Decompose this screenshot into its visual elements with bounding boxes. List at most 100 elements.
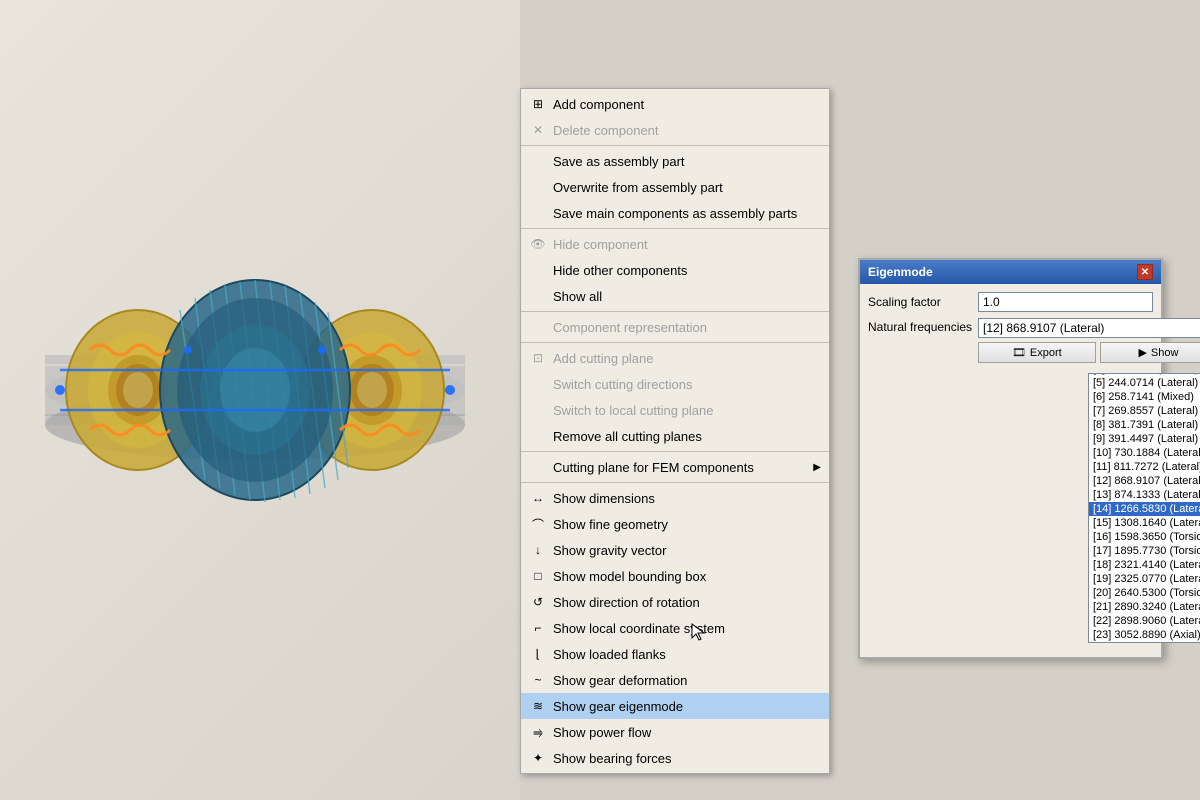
- menu-icon-show-local-coord: ⌐: [529, 619, 547, 637]
- menu-item-switch-cutting: Switch cutting directions: [521, 371, 829, 397]
- menu-item-add-component[interactable]: ⊞ Add component: [521, 91, 829, 117]
- menu-text-save-assembly: Save as assembly part: [553, 154, 821, 169]
- menu-item-remove-cutting[interactable]: Remove all cutting planes: [521, 423, 829, 449]
- export-button[interactable]: 🎞 Export: [978, 342, 1096, 363]
- menu-item-show-gravity[interactable]: ↓ Show gravity vector: [521, 537, 829, 563]
- menu-item-hide-component: 👁 Hide component: [521, 231, 829, 257]
- natural-freq-label: Natural frequencies: [868, 318, 978, 334]
- freq-item-22[interactable]: [22] 2898.9060 (Lateral): [1089, 614, 1200, 628]
- freq-item-9[interactable]: [9] 391.4497 (Lateral): [1089, 432, 1200, 446]
- menu-item-show-fine-geo[interactable]: ⌒Show fine geometry: [521, 511, 829, 537]
- menu-icon-add-component: ⊞: [529, 95, 547, 113]
- dialog-close-button[interactable]: ✕: [1137, 264, 1153, 280]
- menu-icon-save-assembly: [529, 152, 547, 170]
- menu-text-add-component: Add component: [553, 97, 821, 112]
- context-menu[interactable]: ⊞ Add component ✕ Delete component Save as a…: [520, 88, 830, 774]
- menu-text-cutting-fem: Cutting plane for FEM components: [553, 460, 813, 475]
- freq-item-8[interactable]: [8] 381.7391 (Lateral): [1089, 418, 1200, 432]
- menu-item-save-assembly[interactable]: Save as assembly part: [521, 148, 829, 174]
- menu-icon-hide-component: 👁: [529, 235, 547, 253]
- freq-item-21[interactable]: [21] 2890.3240 (Lateral): [1089, 600, 1200, 614]
- menu-separator: [521, 145, 829, 146]
- menu-icon-show-power: ⥤: [529, 723, 547, 741]
- menu-icon-show-gravity: ↓: [529, 541, 547, 559]
- menu-item-hide-other[interactable]: Hide other components: [521, 257, 829, 283]
- menu-text-save-main: Save main components as assembly parts: [553, 206, 821, 221]
- menu-text-show-all: Show all: [553, 289, 821, 304]
- menu-text-show-gravity: Show gravity vector: [553, 543, 821, 558]
- menu-item-overwrite-assembly[interactable]: Overwrite from assembly part: [521, 174, 829, 200]
- menu-item-show-local-coord[interactable]: ⌐Show local coordinate system: [521, 615, 829, 641]
- menu-icon-show-bearing: ✦: [529, 749, 547, 767]
- menu-text-add-cutting: Add cutting plane: [553, 351, 821, 366]
- menu-icon-save-main: [529, 204, 547, 222]
- menu-item-save-main[interactable]: Save main components as assembly parts: [521, 200, 829, 226]
- menu-icon-component-rep: [529, 318, 547, 336]
- freq-item-11[interactable]: [11] 811.7272 (Lateral): [1089, 460, 1200, 474]
- menu-icon-show-dimensions: ↔: [529, 489, 547, 507]
- menu-icon-remove-cutting: [529, 427, 547, 445]
- frequency-list[interactable]: [1] 0.0023 (Torsion)[2] 80.4311 (Mixed)[…: [1088, 373, 1200, 643]
- menu-separator: [521, 451, 829, 452]
- menu-icon-add-cutting: ⊡: [529, 349, 547, 367]
- menu-item-show-dimensions[interactable]: ↔Show dimensions: [521, 485, 829, 511]
- menu-separator: [521, 482, 829, 483]
- scaling-input[interactable]: [978, 292, 1153, 312]
- freq-dropdown[interactable]: [12] 868.9107 (Lateral) ▼: [978, 318, 1200, 338]
- freq-item-12[interactable]: [12] 868.9107 (Lateral): [1089, 474, 1200, 488]
- menu-item-show-loaded[interactable]: ⌊ Show loaded flanks: [521, 641, 829, 667]
- menu-text-remove-cutting: Remove all cutting planes: [553, 429, 821, 444]
- freq-item-18[interactable]: [18] 2321.4140 (Lateral): [1089, 558, 1200, 572]
- menu-item-switch-local: Switch to local cutting plane: [521, 397, 829, 423]
- menu-icon-show-all: [529, 287, 547, 305]
- menu-item-cutting-fem[interactable]: Cutting plane for FEM components▶: [521, 454, 829, 480]
- menu-text-component-rep: Component representation: [553, 320, 821, 335]
- show-button[interactable]: ▶ Show: [1100, 342, 1200, 363]
- freq-item-20[interactable]: [20] 2640.5300 (Torsion): [1089, 586, 1200, 600]
- menu-text-show-gear-eigen: Show gear eigenmode: [553, 699, 821, 714]
- freq-item-5[interactable]: [5] 244.0714 (Lateral): [1089, 376, 1200, 390]
- freq-item-16[interactable]: [16] 1598.3650 (Torsion): [1089, 530, 1200, 544]
- menu-item-show-power[interactable]: ⥤Show power flow: [521, 719, 829, 745]
- film-icon: 🎞: [1012, 346, 1026, 359]
- menu-item-show-bearing[interactable]: ✦ Show bearing forces: [521, 745, 829, 771]
- freq-item-23[interactable]: [23] 3052.8890 (Axial): [1089, 628, 1200, 642]
- play-icon: ▶: [1138, 346, 1146, 359]
- dialog-title: Eigenmode: [868, 265, 933, 279]
- freq-item-17[interactable]: [17] 1895.7730 (Torsion): [1089, 544, 1200, 558]
- freq-item-7[interactable]: [7] 269.8557 (Lateral): [1089, 404, 1200, 418]
- menu-icon-show-fine-geo: ⌒: [529, 515, 547, 533]
- freq-item-15[interactable]: [15] 1308.1640 (Lateral): [1089, 516, 1200, 530]
- freq-item-10[interactable]: [10] 730.1884 (Lateral): [1089, 446, 1200, 460]
- freq-item-6[interactable]: [6] 258.7141 (Mixed): [1089, 390, 1200, 404]
- menu-item-delete-component: ✕ Delete component: [521, 117, 829, 143]
- menu-separator: [521, 342, 829, 343]
- menu-text-overwrite-assembly: Overwrite from assembly part: [553, 180, 821, 195]
- menu-text-show-rotation: Show direction of rotation: [553, 595, 821, 610]
- freq-item-13[interactable]: [13] 874.1333 (Lateral): [1089, 488, 1200, 502]
- menu-text-show-gear-def: Show gear deformation: [553, 673, 821, 688]
- menu-item-show-rotation[interactable]: ↺Show direction of rotation: [521, 589, 829, 615]
- menu-item-show-all[interactable]: Show all: [521, 283, 829, 309]
- menu-text-show-bearing: Show bearing forces: [553, 751, 821, 766]
- menu-text-switch-local: Switch to local cutting plane: [553, 403, 821, 418]
- menu-text-show-loaded: Show loaded flanks: [553, 647, 821, 662]
- menu-icon-show-bounding: □: [529, 567, 547, 585]
- freq-item-19[interactable]: [19] 2325.0770 (Lateral): [1089, 572, 1200, 586]
- menu-item-show-bounding[interactable]: □Show model bounding box: [521, 563, 829, 589]
- menu-icon-show-gear-def: ~: [529, 671, 547, 689]
- menu-text-delete-component: Delete component: [553, 123, 821, 138]
- menu-item-show-gear-eigen[interactable]: ≋Show gear eigenmode: [521, 693, 829, 719]
- menu-item-add-cutting: ⊡ Add cutting plane: [521, 345, 829, 371]
- selected-freq: [12] 868.9107 (Lateral): [983, 321, 1104, 335]
- submenu-arrow-icon: ▶: [813, 462, 821, 473]
- menu-text-hide-component: Hide component: [553, 237, 821, 252]
- menu-icon-delete-component: ✕: [529, 121, 547, 139]
- menu-item-show-gear-def[interactable]: ~ Show gear deformation: [521, 667, 829, 693]
- menu-icon-switch-cutting: [529, 375, 547, 393]
- gear-assembly-svg: [30, 150, 480, 630]
- eigenmode-dialog: Eigenmode ✕ Scaling factor Natural frequ…: [858, 258, 1163, 659]
- viewport: [0, 0, 520, 800]
- menu-icon-show-loaded: ⌊: [529, 645, 547, 663]
- freq-item-14[interactable]: [14] 1266.5830 (Lateral): [1089, 502, 1200, 516]
